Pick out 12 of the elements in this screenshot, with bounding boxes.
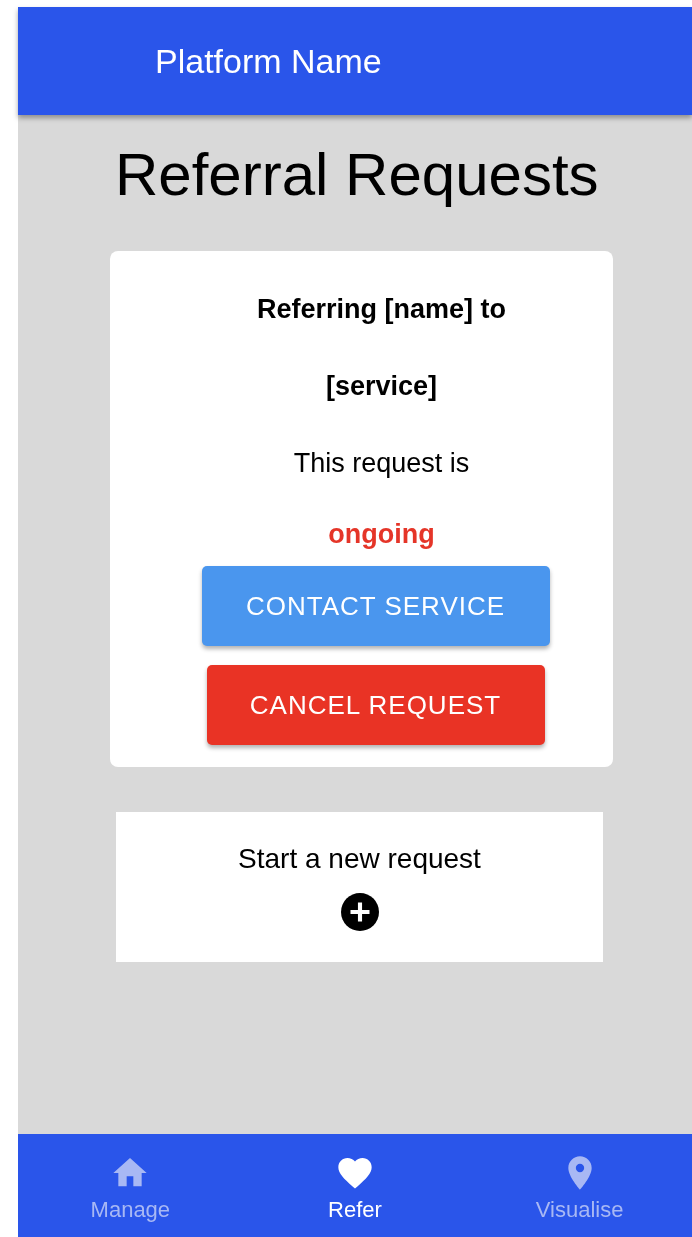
page-title: Referral Requests <box>115 140 599 210</box>
nav-tab[interactable]: Visualise <box>467 1134 692 1237</box>
status-label: This request is <box>293 447 470 480</box>
cancel-button[interactable]: CANCEL REQUEST <box>206 665 545 745</box>
nav-tab[interactable]: Refer <box>242 1134 468 1237</box>
app-title: Platform Name <box>155 41 382 81</box>
add-icon[interactable] <box>340 893 379 931</box>
contact-button[interactable]: CONTACT SERVICE <box>201 566 550 646</box>
nav-tab[interactable]: Manage <box>18 1134 243 1237</box>
status-text: ongoing <box>328 518 435 551</box>
new-request-label: Start a new request <box>238 843 481 875</box>
request-title: Referring [name] to [service] <box>256 293 507 403</box>
